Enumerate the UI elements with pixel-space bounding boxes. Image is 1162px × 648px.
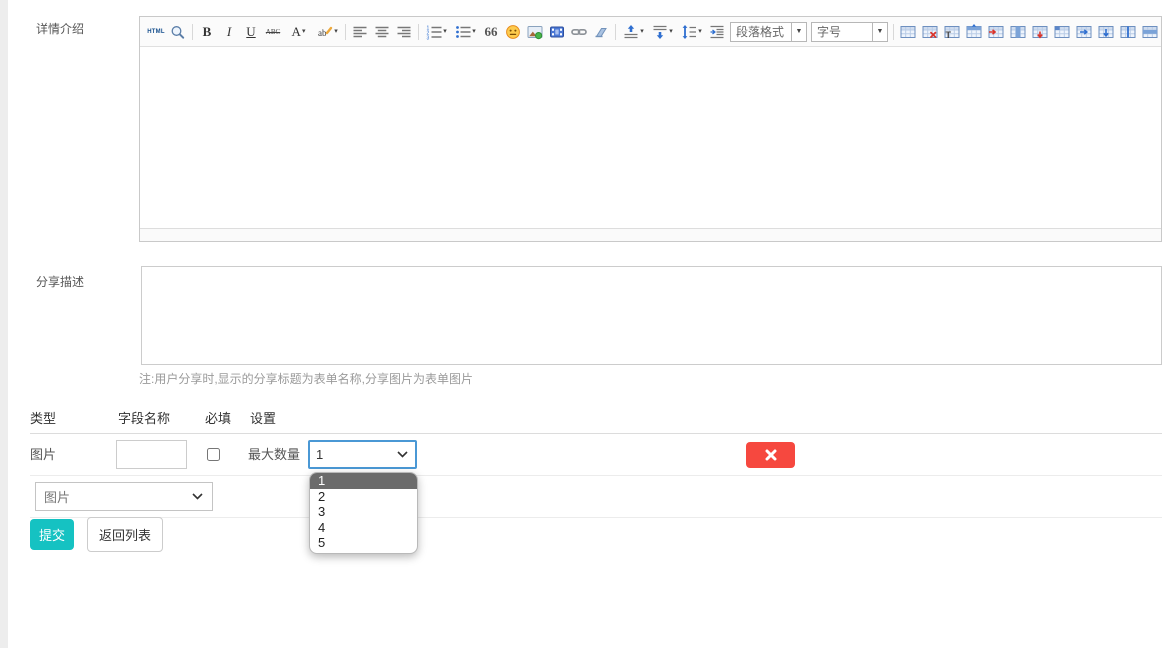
- align-center-icon[interactable]: [372, 21, 393, 43]
- font-size-select-label: 字号: [812, 23, 872, 40]
- italic-icon[interactable]: I: [219, 21, 240, 43]
- chevron-down-icon: [397, 451, 408, 458]
- table-row-stripes-icon[interactable]: [1140, 21, 1161, 43]
- table-insert-row-icon[interactable]: [986, 21, 1007, 43]
- max-count-dropdown: 12345: [309, 472, 418, 554]
- paragraph-format-select[interactable]: 段落格式▼: [730, 22, 807, 42]
- paragraph-format-select-label: 段落格式: [731, 23, 791, 40]
- chevron-down-icon: ▾: [698, 28, 702, 35]
- field-row-image: 图片 最大数量 1: [30, 434, 1162, 476]
- page-left-gutter: [0, 0, 8, 648]
- align-left-icon[interactable]: [350, 21, 371, 43]
- col-header-type: 类型: [30, 405, 56, 433]
- unordered-list-icon[interactable]: ▾: [452, 21, 480, 43]
- remove-format-icon[interactable]: [591, 21, 612, 43]
- dropdown-option-3[interactable]: 3: [310, 504, 417, 520]
- bold-icon[interactable]: B: [197, 21, 218, 43]
- emoticon-icon[interactable]: [503, 21, 524, 43]
- table-cell-properties-icon[interactable]: [1052, 21, 1073, 43]
- insert-media-icon[interactable]: [547, 21, 568, 43]
- blockquote-icon[interactable]: 66: [481, 21, 502, 43]
- chevron-down-icon: ▾: [302, 28, 306, 35]
- x-icon: [765, 449, 777, 461]
- back-to-list-button[interactable]: 返回列表: [87, 517, 163, 552]
- chevron-down-icon: ▼: [872, 23, 887, 41]
- align-right-icon[interactable]: [394, 21, 415, 43]
- dropdown-option-5[interactable]: 5: [310, 535, 417, 551]
- chevron-down-icon: ▾: [334, 28, 338, 35]
- share-desc-textarea[interactable]: [141, 266, 1162, 365]
- rich-text-editor: HTMLBIUABCA▾ab▾123▾▾66▾▾▾段落格式▼字号▼T: [139, 16, 1162, 242]
- margin-top-icon[interactable]: ▾: [620, 21, 648, 43]
- chevron-down-icon: [192, 493, 203, 500]
- preview-icon[interactable]: [168, 21, 189, 43]
- line-height-icon[interactable]: ▾: [678, 21, 706, 43]
- font-color-icon[interactable]: A▾: [285, 21, 313, 43]
- table-properties-icon[interactable]: T: [942, 21, 963, 43]
- svg-text:3: 3: [427, 35, 430, 40]
- editor-toolbar: HTMLBIUABCA▾ab▾123▾▾66▾▾▾段落格式▼字号▼T: [140, 17, 1161, 47]
- field-type-selected-value: 图片: [44, 487, 70, 506]
- table-merge-right-icon[interactable]: [1074, 21, 1095, 43]
- svg-text:ab: ab: [318, 28, 327, 38]
- ordered-list-icon[interactable]: 123▾: [423, 21, 451, 43]
- col-header-field-name: 字段名称: [118, 405, 170, 433]
- chevron-down-icon: ▾: [640, 28, 644, 35]
- editor-statusbar: [140, 228, 1161, 241]
- dropdown-option-4[interactable]: 4: [310, 520, 417, 536]
- table-delete-icon[interactable]: [920, 21, 941, 43]
- chevron-down-icon: ▼: [791, 23, 806, 41]
- share-desc-label: 分享描述: [36, 273, 84, 290]
- highlight-color-icon[interactable]: ab ▾: [314, 21, 342, 43]
- underline-icon[interactable]: U: [241, 21, 262, 43]
- fields-table: 类型 字段名称 必填 设置 图片 最大数量 1 图片: [30, 405, 1162, 518]
- fields-table-header: 类型 字段名称 必填 设置: [30, 405, 1162, 434]
- margin-bottom-icon[interactable]: ▾: [649, 21, 677, 43]
- toolbar-separator: [893, 24, 894, 40]
- field-name-input[interactable]: [116, 440, 187, 469]
- table-row-properties-icon[interactable]: [964, 21, 985, 43]
- dropdown-option-2[interactable]: 2: [310, 489, 417, 505]
- dropdown-option-1[interactable]: 1: [310, 473, 417, 489]
- max-count-selected-value: 1: [316, 447, 323, 462]
- chevron-down-icon: ▾: [443, 28, 447, 35]
- max-count-label: 最大数量: [248, 434, 300, 475]
- table-insert-icon[interactable]: [898, 21, 919, 43]
- max-count-select[interactable]: 1: [308, 440, 417, 469]
- table-delete-column-icon[interactable]: [1030, 21, 1051, 43]
- insert-link-icon[interactable]: [569, 21, 590, 43]
- required-checkbox[interactable]: [207, 448, 220, 461]
- table-insert-column-icon[interactable]: [1008, 21, 1029, 43]
- html-source-icon[interactable]: HTML: [146, 21, 167, 43]
- submit-button[interactable]: 提交: [30, 519, 74, 550]
- toolbar-separator: [615, 24, 616, 40]
- svg-text:T: T: [946, 30, 952, 40]
- chevron-down-icon: ▾: [669, 28, 673, 35]
- col-header-required: 必填: [205, 405, 231, 433]
- table-merge-down-icon[interactable]: [1096, 21, 1117, 43]
- font-size-select[interactable]: 字号▼: [811, 22, 888, 42]
- toolbar-separator: [345, 24, 346, 40]
- strikethrough-icon[interactable]: ABC: [263, 21, 284, 43]
- table-split-cells-icon[interactable]: [1118, 21, 1139, 43]
- chevron-down-icon: ▾: [472, 28, 476, 35]
- add-field-row: 图片: [30, 476, 1162, 518]
- insert-image-icon[interactable]: [525, 21, 546, 43]
- col-header-settings: 设置: [250, 405, 276, 433]
- field-type-select[interactable]: 图片: [35, 482, 213, 511]
- detail-intro-label: 详情介绍: [36, 20, 84, 37]
- editor-content-area[interactable]: [140, 47, 1161, 228]
- text-indent-icon[interactable]: [707, 21, 728, 43]
- toolbar-separator: [192, 24, 193, 40]
- toolbar-separator: [418, 24, 419, 40]
- field-type-label: 图片: [30, 434, 56, 475]
- delete-field-button[interactable]: [746, 442, 795, 468]
- share-note: 注:用户分享时,显示的分享标题为表单名称,分享图片为表单图片: [139, 370, 473, 387]
